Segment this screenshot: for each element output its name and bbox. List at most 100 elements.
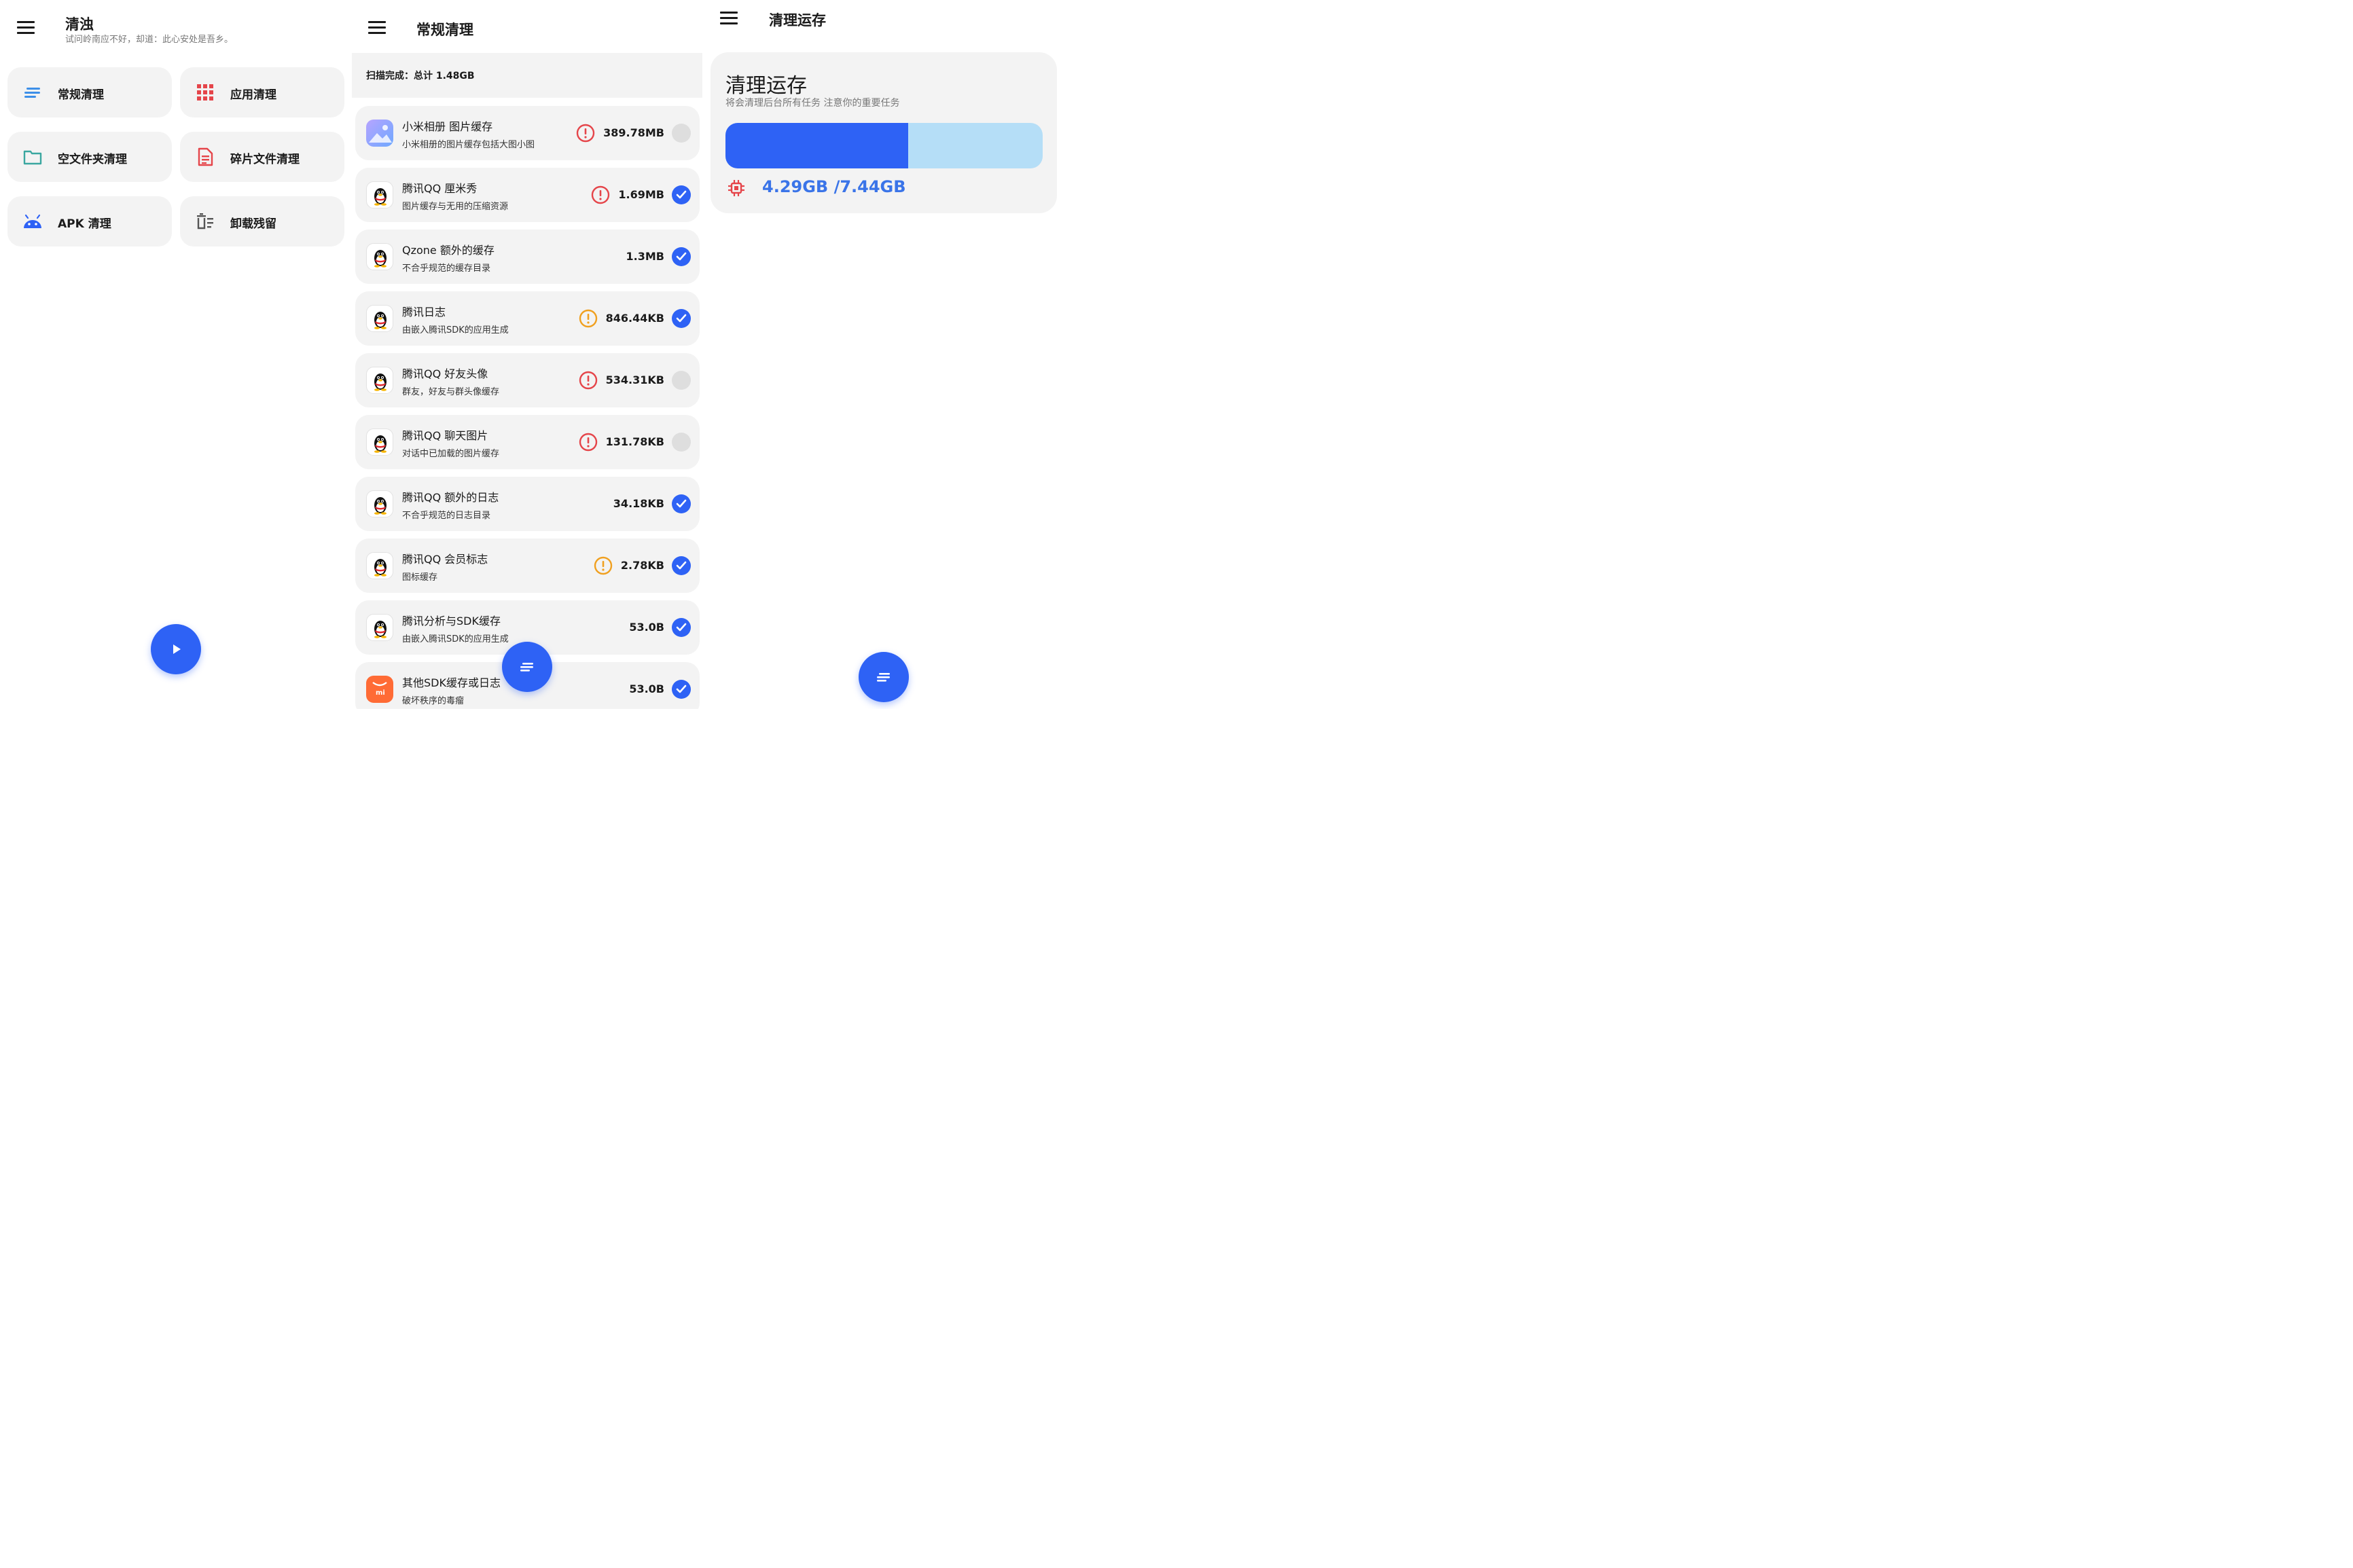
select-checkbox[interactable] — [672, 556, 691, 575]
select-checkbox[interactable] — [672, 124, 691, 143]
select-checkbox[interactable] — [672, 618, 691, 637]
qq-icon — [366, 614, 393, 641]
select-checkbox[interactable] — [672, 247, 691, 266]
item-size: 846.44KB — [605, 312, 664, 325]
tile-app-clean[interactable]: 应用清理 — [180, 67, 344, 117]
clean-ram-button[interactable] — [859, 652, 909, 702]
warning-icon — [579, 371, 597, 390]
folder-icon — [23, 150, 42, 165]
card-title: 清理运存 — [725, 74, 807, 98]
tile-empty-folder-clean[interactable]: 空文件夹清理 — [7, 132, 172, 182]
item-description: 破坏秩序的毒瘤 — [402, 696, 465, 706]
item-description: 图片缓存与无用的压缩资源 — [402, 202, 509, 212]
gallery-icon — [366, 120, 393, 147]
select-checkbox[interactable] — [672, 494, 691, 513]
item-name: 腾讯分析与SDK缓存 — [402, 615, 501, 627]
warning-icon — [594, 556, 613, 575]
menu-icon[interactable] — [17, 21, 35, 35]
warning-icon — [579, 309, 597, 328]
tile-label: 应用清理 — [230, 88, 276, 102]
qq-icon — [366, 243, 393, 270]
item-size: 534.31KB — [605, 373, 664, 386]
select-checkbox[interactable] — [672, 433, 691, 452]
item-size: 389.78MB — [603, 126, 664, 139]
ram-card: 清理运存 将会清理后台所有任务 注意你的重要任务 4.29GB /7.44GB — [711, 52, 1057, 213]
item-name: 其他SDK缓存或日志 — [402, 676, 501, 689]
item-description: 不合乎规范的日志目录 — [402, 511, 491, 521]
item-description: 群友，好友与群头像缓存 — [402, 387, 500, 397]
item-size: 53.0B — [629, 621, 664, 634]
app-title: 清浊 — [65, 16, 94, 33]
list-item[interactable]: 小米相册 图片缓存小米相册的图片缓存包括大图小图 389.78MB — [355, 106, 700, 160]
page-title: 清理运存 — [769, 12, 826, 29]
select-checkbox[interactable] — [672, 309, 691, 328]
mi-logo-text: mi — [376, 689, 385, 697]
item-name: 腾讯QQ 额外的日志 — [402, 491, 499, 504]
list-item[interactable]: 腾讯QQ 额外的日志 不合乎规范的日志目录 34.18KB — [355, 477, 700, 531]
tile-label: 常规清理 — [58, 88, 104, 102]
qq-icon — [366, 181, 393, 208]
item-description: 不合乎规范的缓存目录 — [402, 263, 491, 274]
lines-icon — [520, 663, 533, 672]
item-name: 腾讯QQ 聊天图片 — [402, 429, 488, 442]
memory-usage-text: 4.29GB /7.44GB — [762, 177, 906, 196]
list-item[interactable]: Qzone 额外的缓存 不合乎规范的缓存目录 1.3MB — [355, 230, 700, 284]
item-description: 由嵌入腾讯SDK的应用生成 — [402, 634, 509, 644]
chip-icon — [728, 180, 744, 196]
start-button[interactable] — [151, 624, 201, 674]
tile-label: APK 清理 — [58, 217, 111, 231]
list-item[interactable]: 腾讯QQ 会员标志 图标缓存 2.78KB — [355, 539, 700, 593]
play-icon — [173, 644, 181, 654]
qq-icon — [366, 429, 393, 456]
qq-icon — [366, 367, 393, 394]
warning-icon — [576, 124, 595, 143]
ram-clean-screen: 清理运存 清理运存 将会清理后台所有任务 注意你的重要任务 4.29GB /7.… — [705, 0, 1062, 709]
list-item[interactable]: 腾讯QQ 聊天图片对话中已加载的图片缓存 131.78KB — [355, 415, 700, 469]
item-size: 2.78KB — [620, 559, 664, 572]
item-name: 腾讯QQ 厘米秀 — [402, 182, 478, 195]
item-name: 腾讯QQ 会员标志 — [402, 553, 488, 566]
item-size: 1.3MB — [626, 250, 664, 263]
item-name: Qzone 额外的缓存 — [402, 244, 495, 257]
tile-apk-clean[interactable]: APK 清理 — [7, 196, 172, 247]
tile-label: 空文件夹清理 — [58, 153, 127, 166]
scan-status-text: 扫描完成：总计 1.48GB — [366, 71, 475, 81]
memory-usage-fill — [725, 123, 909, 168]
select-checkbox[interactable] — [672, 371, 691, 390]
list-item[interactable]: 腾讯QQ 厘米秀图片缓存与无用的压缩资源 1.69MB — [355, 168, 700, 222]
menu-icon[interactable] — [720, 12, 738, 25]
memory-usage-bar — [725, 123, 1043, 168]
scan-status-bar: 扫描完成：总计 1.48GB — [352, 53, 702, 98]
item-size: 131.78KB — [605, 435, 664, 448]
item-description: 小米相册的图片缓存包括大图小图 — [402, 140, 535, 150]
warning-icon — [579, 433, 597, 452]
tile-regular-clean[interactable]: 常规清理 — [7, 67, 172, 117]
app-subtitle: 试问岭南应不好，却道：此心安处是吾乡。 — [65, 35, 234, 45]
tile-uninstall-residue[interactable]: 卸载残留 — [180, 196, 344, 247]
qq-icon — [366, 552, 393, 579]
list-item[interactable]: 腾讯QQ 好友头像群友，好友与群头像缓存 534.31KB — [355, 353, 700, 407]
android-icon — [24, 214, 41, 228]
item-name: 小米相册 图片缓存 — [402, 120, 493, 133]
lines-icon — [877, 673, 890, 682]
select-checkbox[interactable] — [672, 680, 691, 699]
item-name: 腾讯QQ 好友头像 — [402, 367, 488, 380]
tile-fragment-clean[interactable]: 碎片文件清理 — [180, 132, 344, 182]
clean-button[interactable] — [502, 642, 552, 692]
page-title: 常规清理 — [416, 22, 473, 38]
list-item[interactable]: 腾讯日志 由嵌入腾讯SDK的应用生成 846.44KB — [355, 291, 700, 346]
item-size: 1.69MB — [618, 188, 664, 201]
menu-icon[interactable] — [368, 21, 386, 35]
select-checkbox[interactable] — [672, 185, 691, 204]
lines-icon — [24, 88, 40, 98]
qq-icon — [366, 305, 393, 332]
mi-store-icon: mi — [366, 676, 393, 703]
card-note: 将会清理后台所有任务 注意你的重要任务 — [725, 98, 900, 109]
trash-list-icon — [197, 213, 213, 230]
item-description: 图标缓存 — [402, 572, 438, 583]
item-size: 34.18KB — [613, 497, 664, 510]
item-description: 对话中已加载的图片缓存 — [402, 449, 500, 459]
home-screen: 清浊 试问岭南应不好，却道：此心安处是吾乡。 常规清理 应用清理 空文件夹清理 — [0, 0, 352, 709]
document-icon — [198, 147, 213, 166]
regular-clean-screen: 常规清理 扫描完成：总计 1.48GB 小米相册 图片缓存小米相册的图片缓存包括… — [352, 0, 705, 709]
